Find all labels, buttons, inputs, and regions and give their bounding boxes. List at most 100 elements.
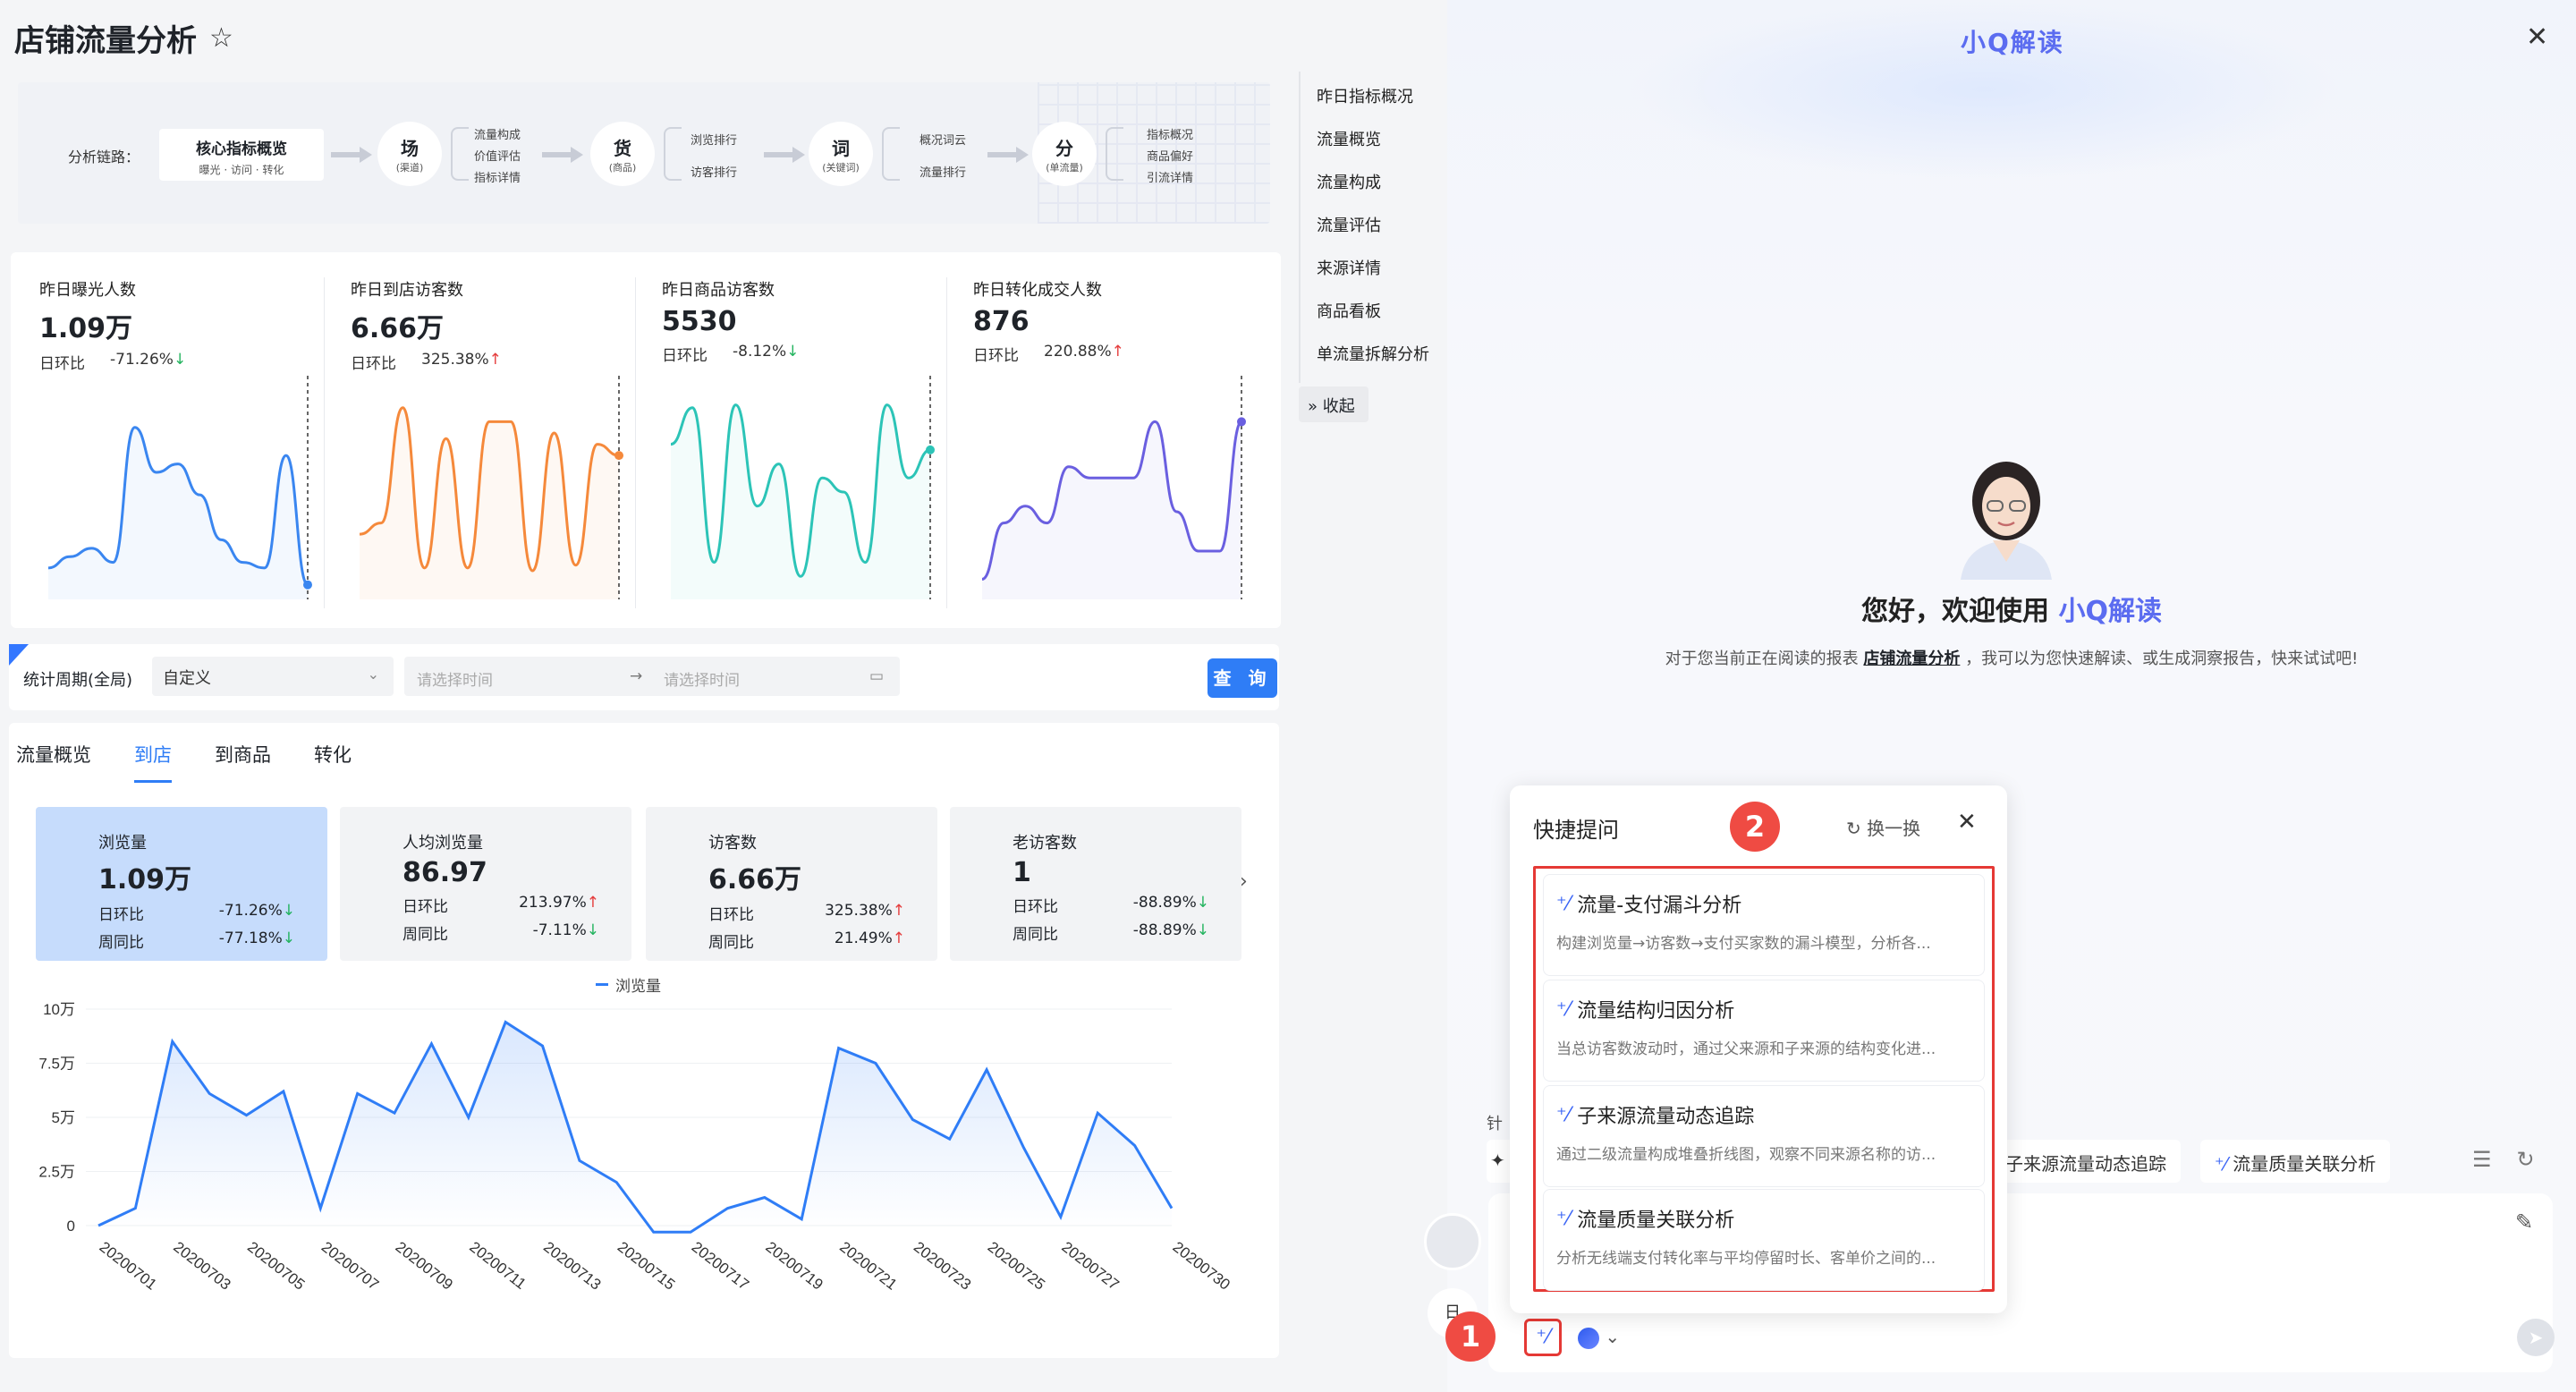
- magic-wand-icon: ⁺⁄: [2215, 1153, 2233, 1175]
- suggestion-chip[interactable]: ⁺⁄ 流量质量关联分析: [2200, 1140, 2391, 1183]
- tab-store[interactable]: 到店: [134, 741, 172, 783]
- chevron-right-icon[interactable]: ›: [1240, 870, 1248, 893]
- subtitle-text: ，我可以为您快速解读、或生成洞察报告，快来试试吧!: [1965, 649, 2359, 668]
- node-item[interactable]: 概况词云: [919, 125, 966, 157]
- close-icon[interactable]: ✕: [1957, 809, 1977, 836]
- row-value: -7.11%: [532, 921, 587, 939]
- anchor-item[interactable]: 流量构成: [1317, 170, 1381, 193]
- magic-wand-icon: ⁺⁄: [1556, 1207, 1571, 1230]
- anchor-item[interactable]: 流量评估: [1317, 213, 1381, 236]
- arrow-up-icon: ↑: [488, 351, 502, 369]
- edit-icon[interactable]: ✎: [2515, 1210, 2533, 1235]
- node-item[interactable]: 商品偏好: [1147, 147, 1193, 168]
- metric-card[interactable]: 访客数 6.66万 日环比 325.38%↑ 周同比 21.49%↑: [646, 807, 937, 961]
- traffic-area-chart: 02.5万5万7.5万10万20200701 20200703 20200705 20…: [38, 1001, 1233, 1294]
- tab-overview[interactable]: 流量概览: [16, 741, 91, 783]
- arrow-up-icon: ↑: [892, 902, 905, 920]
- metric-card-row: 周同比 -88.89%↓: [1013, 921, 1241, 944]
- metric-card-row: 周同比 -7.11%↓: [402, 921, 631, 944]
- node-item[interactable]: 浏览排行: [691, 125, 737, 157]
- quick-question-item[interactable]: ⁺⁄ 子来源流量动态追踪 通过二级流量构成堆叠折线图，观察不同来源名称的访...: [1543, 1085, 1985, 1187]
- magic-wand-icon: ⁺⁄: [1556, 892, 1571, 915]
- node-item[interactable]: 流量构成: [474, 125, 521, 147]
- start-date-input[interactable]: 请选择时间: [417, 667, 493, 690]
- chip-label: 流量质量关联分析: [2233, 1153, 2377, 1175]
- kpi-label: 昨日曝光人数: [39, 281, 136, 300]
- tab-conversion[interactable]: 转化: [314, 741, 352, 783]
- node-item[interactable]: 价值评估: [474, 147, 521, 168]
- send-icon[interactable]: ➤: [2517, 1319, 2555, 1356]
- metric-card-label: 访客数: [708, 834, 757, 853]
- metric-card[interactable]: 老访客数 1 日环比 -88.89%↓ 周同比 -88.89%↓: [950, 807, 1241, 961]
- kpi-compare: 日环比 -71.26%↓: [39, 351, 335, 373]
- kpi-sparkline: [670, 376, 935, 599]
- page-title-text: 店铺流量分析: [14, 23, 197, 59]
- period-select[interactable]: 自定义 ⌄: [152, 657, 394, 696]
- date-range-picker[interactable]: 请选择时间 → 请选择时间 ▭: [404, 657, 900, 696]
- end-date-input[interactable]: 请选择时间: [664, 667, 740, 690]
- anchor-item[interactable]: 流量概览: [1317, 127, 1381, 150]
- metric-card-row: 日环比 -88.89%↓: [1013, 894, 1241, 916]
- quick-question-button[interactable]: ⁺⁄: [1524, 1319, 1562, 1356]
- node-item[interactable]: 指标详情: [474, 168, 521, 190]
- node-item[interactable]: 引流详情: [1147, 168, 1193, 190]
- arrow-down-icon: ↓: [282, 902, 295, 920]
- metric-card[interactable]: 浏览量 1.09万 日环比 -71.26%↓ 周同比 -77.18%↓: [36, 807, 327, 961]
- arrow-up-icon: ↑: [1111, 343, 1124, 361]
- question-desc: 构建浏览量→访客数→支付买家数的漏斗模型，分析各...: [1556, 935, 1931, 953]
- filter-bar: 统计周期(全局) 自定义 ⌄ 请选择时间 → 请选择时间 ▭ 查 询: [9, 644, 1279, 710]
- sparkline-area: [982, 421, 1241, 599]
- chain-node-goods[interactable]: 货 (商品): [590, 122, 655, 186]
- metric-card-row: 日环比 213.97%↑: [402, 894, 631, 916]
- quick-question-item[interactable]: ⁺⁄ 流量结构归因分析 当总访客数波动时，通过父来源和子来源的结构变化进...: [1543, 980, 1985, 1082]
- chain-node-keyword[interactable]: 词 (关键词): [809, 122, 873, 186]
- node-item[interactable]: 流量排行: [919, 157, 966, 190]
- star-icon[interactable]: ☆: [209, 22, 233, 54]
- model-select[interactable]: ⌄: [1569, 1320, 1640, 1356]
- arrow-up-icon: ↑: [892, 929, 905, 947]
- user-avatar[interactable]: [1424, 1213, 1481, 1270]
- report-link[interactable]: 店铺流量分析: [1863, 649, 1960, 668]
- kpi-card: 昨日曝光人数 1.09万 日环比 -71.26%↓: [39, 277, 335, 608]
- chevron-down-icon: ⌄: [1605, 1326, 1621, 1347]
- kpi-value: 1.09万: [39, 313, 133, 344]
- query-button[interactable]: 查 询: [1208, 658, 1277, 698]
- anchor-item[interactable]: 商品看板: [1317, 299, 1381, 322]
- refresh-icon[interactable]: ↻: [2517, 1147, 2535, 1172]
- suggestion-chip[interactable]: 子来源流量动态追踪: [1991, 1140, 2181, 1183]
- kpi-compare-label: 日环比: [973, 347, 1019, 365]
- bracket-divider: [451, 127, 469, 181]
- node-title: 词: [832, 138, 850, 159]
- collapse-button[interactable]: » 收起: [1299, 386, 1368, 422]
- refresh-button[interactable]: ↻ 换一换: [1846, 814, 1920, 840]
- metric-card[interactable]: 人均浏览量 86.97 日环比 213.97%↑ 周同比 -7.11%↓: [340, 807, 631, 961]
- kpi-value: 5530: [662, 306, 737, 337]
- x-tick-label: 20200707: [318, 1238, 382, 1294]
- kpi-compare-label: 日环比: [662, 347, 708, 365]
- tab-goods[interactable]: 到商品: [215, 741, 271, 783]
- metric-card-value: 1.09万: [98, 864, 192, 895]
- chain-node-channel[interactable]: 场 (渠道): [377, 122, 442, 186]
- node-item[interactable]: 访客排行: [691, 157, 737, 190]
- arrow-down-icon: ↓: [282, 929, 295, 947]
- anchor-item[interactable]: 昨日指标概况: [1317, 84, 1413, 107]
- kpi-compare-value: -8.12%: [733, 343, 787, 361]
- chain-node-single[interactable]: 分 (单流量): [1032, 122, 1097, 186]
- anchor-item[interactable]: 单流量拆解分析: [1317, 342, 1429, 365]
- chip-label: 子来源流量动态追踪: [2005, 1153, 2166, 1175]
- anchor-item[interactable]: 来源详情: [1317, 256, 1381, 279]
- question-title: 流量-支付漏斗分析: [1577, 895, 1742, 917]
- sparkline-area: [671, 404, 930, 599]
- row-value: 213.97%: [519, 894, 587, 912]
- y-tick-label: 5万: [52, 1109, 75, 1126]
- close-icon[interactable]: ✕: [2526, 21, 2548, 53]
- list-icon[interactable]: ☰: [2472, 1147, 2492, 1172]
- node-title: 货: [614, 138, 631, 159]
- welcome-brand: 小Q解读: [2058, 596, 2162, 627]
- quick-question-item[interactable]: ⁺⁄ 流量-支付漏斗分析 构建浏览量→访客数→支付买家数的漏斗模型，分析各...: [1543, 874, 1985, 976]
- core-metrics-box[interactable]: 核心指标概览 曝光 · 访问 · 转化: [159, 129, 324, 181]
- quick-question-item[interactable]: ⁺⁄ 流量质量关联分析 分析无线端支付转化率与平均停留时长、客单价之间的...: [1543, 1189, 1985, 1291]
- node-item[interactable]: 指标概况: [1147, 125, 1193, 147]
- analysis-chain: 分析链路： 核心指标概览 曝光 · 访问 · 转化 场 (渠道) 流量构成 价值…: [18, 82, 1270, 224]
- arrow-right-icon: [542, 147, 583, 163]
